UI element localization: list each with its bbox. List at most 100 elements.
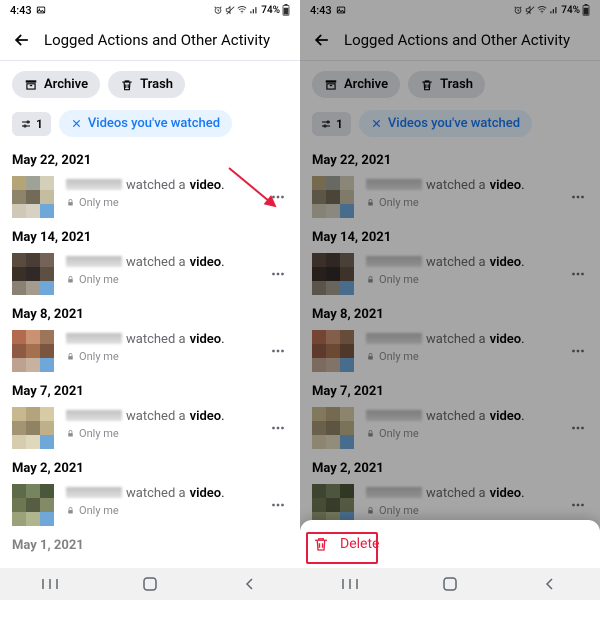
entry-period: . [521, 332, 524, 347]
entry-menu-button[interactable] [564, 260, 592, 288]
entry-action-text: watched a [426, 178, 486, 193]
entry-text: watched a video. [66, 178, 264, 193]
dots-horizontal-icon [269, 496, 287, 514]
close-x-icon [71, 118, 82, 129]
alarm-icon [513, 5, 523, 15]
entry-body: watched avideo. Only me [366, 176, 564, 209]
lock-icon [366, 429, 375, 438]
activity-entry[interactable]: watched a video. Only me [0, 480, 300, 530]
trash-label: Trash [440, 77, 473, 92]
trash-label: Trash [140, 77, 173, 92]
entry-menu-button[interactable] [264, 414, 292, 442]
close-x-icon [371, 118, 382, 129]
lock-icon [66, 429, 75, 438]
date-header: May 1, 2021 [0, 530, 300, 557]
wifi-icon [237, 5, 247, 15]
phone-right: 4:43 74% Logged Actions and Other Activi… [300, 0, 600, 600]
nav-home-button[interactable] [110, 576, 190, 592]
status-battery-pct: 74% [561, 5, 580, 16]
video-thumbnail [12, 330, 54, 372]
video-thumbnail [12, 176, 54, 218]
filter-chip[interactable]: Videos you've watched [359, 110, 532, 137]
entry-action-text: watched a [426, 255, 486, 270]
activity-entry[interactable]: watched a video. Only me [0, 172, 300, 222]
delete-action[interactable]: Delete [312, 535, 379, 553]
trash-button[interactable]: Trash [108, 71, 185, 98]
trash-icon [120, 78, 134, 92]
nav-back-button[interactable] [210, 577, 290, 591]
privacy-row: Only me [66, 504, 264, 517]
entry-object-word: video [490, 332, 522, 347]
entry-menu-button[interactable] [264, 183, 292, 211]
lock-icon [66, 506, 75, 515]
nav-recent-button[interactable] [10, 577, 90, 591]
activity-entry[interactable]: watched avideo. Only me [300, 249, 600, 299]
entry-menu-button[interactable] [264, 337, 292, 365]
entry-period: . [521, 486, 524, 501]
trash-button[interactable]: Trash [408, 71, 485, 98]
filter-count-button[interactable]: 1 [312, 112, 351, 136]
activity-entry[interactable]: watched avideo. Only me [300, 326, 600, 376]
user-name-redacted [66, 256, 122, 267]
archive-button[interactable]: Archive [312, 71, 400, 98]
privacy-label: Only me [379, 196, 419, 209]
filter-row: 1 Videos you've watched [300, 108, 600, 145]
entry-menu-button[interactable] [564, 183, 592, 211]
entry-menu-button[interactable] [564, 337, 592, 365]
dots-horizontal-icon [269, 419, 287, 437]
entry-body: watched avideo. Only me [366, 253, 564, 286]
nav-home-icon [142, 576, 158, 592]
entry-body: watched a video. Only me [66, 407, 264, 440]
entry-menu-button[interactable] [564, 491, 592, 519]
entry-action-text: watched a [126, 255, 186, 270]
image-icon [36, 5, 46, 15]
dots-horizontal-icon [569, 419, 587, 437]
filter-count-button[interactable]: 1 [12, 112, 51, 136]
signal-icon [249, 5, 259, 15]
page-title: Logged Actions and Other Activity [44, 31, 270, 49]
date-header: May 22, 2021 [0, 145, 300, 172]
entry-menu-button[interactable] [264, 260, 292, 288]
lock-icon [366, 506, 375, 515]
entry-text: watched a video. [66, 486, 264, 501]
back-arrow-icon[interactable] [312, 30, 332, 50]
filter-chip[interactable]: Videos you've watched [59, 110, 232, 137]
video-thumbnail [312, 253, 354, 295]
video-thumbnail [312, 176, 354, 218]
entry-menu-button[interactable] [264, 491, 292, 519]
battery-icon [282, 4, 290, 16]
entry-menu-button[interactable] [564, 414, 592, 442]
back-arrow-icon[interactable] [12, 30, 32, 50]
activity-entry[interactable]: watched avideo. Only me [300, 403, 600, 453]
user-name-redacted [366, 256, 422, 267]
nav-home-button[interactable] [410, 576, 490, 592]
video-thumbnail [12, 484, 54, 526]
entry-period: . [221, 178, 224, 193]
entry-text: watched avideo. [366, 332, 564, 347]
archive-button[interactable]: Archive [12, 71, 100, 98]
date-header: May 2, 2021 [300, 453, 600, 480]
activity-entry[interactable]: watched avideo. Only me [300, 172, 600, 222]
entry-text: watched avideo. [366, 409, 564, 424]
activity-entry[interactable]: watched a video. Only me [0, 403, 300, 453]
privacy-row: Only me [66, 427, 264, 440]
entry-action-text: watched a [126, 178, 186, 193]
date-header: May 7, 2021 [300, 376, 600, 403]
privacy-label: Only me [379, 273, 419, 286]
nav-recent-icon [341, 577, 359, 591]
filter-chip-label: Videos you've watched [88, 116, 220, 131]
status-right: 74% [213, 4, 290, 16]
archive-label: Archive [344, 77, 388, 92]
entry-body: watched a video. Only me [66, 330, 264, 363]
nav-back-button[interactable] [510, 577, 590, 591]
signal-icon [549, 5, 559, 15]
date-header: May 8, 2021 [0, 299, 300, 326]
date-header: May 2, 2021 [0, 453, 300, 480]
status-time-area: 4:43 [310, 4, 346, 17]
activity-entry[interactable]: watched a video. Only me [0, 326, 300, 376]
activity-entry[interactable]: watched a video. Only me [0, 249, 300, 299]
nav-recent-button[interactable] [310, 577, 390, 591]
privacy-label: Only me [79, 273, 119, 286]
dots-horizontal-icon [269, 265, 287, 283]
status-bar: 4:43 74% [300, 0, 600, 20]
